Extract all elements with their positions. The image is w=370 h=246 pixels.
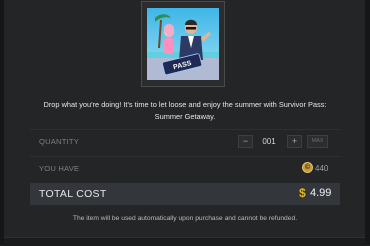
balance-label: YOU HAVE (39, 164, 80, 173)
quantity-row: QUANTITY − 001 + MAX (30, 129, 340, 152)
survivor-pass-art-icon: PASS (147, 8, 219, 80)
refund-notice: The item will be used automatically upon… (72, 215, 298, 222)
quantity-decrease-button[interactable]: − (238, 135, 253, 148)
balance-row: YOU HAVE © 440 (30, 156, 340, 179)
quantity-max-button[interactable]: MAX (307, 135, 328, 148)
balance-amount: 440 (315, 164, 329, 173)
item-description: Drop what you're doing! It's time to let… (43, 100, 327, 121)
coin-icon: © (302, 162, 313, 173)
dollar-icon: $ (299, 186, 306, 200)
total-cost-row: TOTAL COST $ 4.99 (30, 183, 340, 205)
total-cost-amount: 4.99 (310, 187, 332, 199)
total-cost-label: TOTAL COST (39, 188, 107, 200)
quantity-value: 001 (262, 137, 276, 146)
quantity-increase-button[interactable]: + (287, 135, 302, 148)
item-thumbnail: PASS (141, 1, 225, 87)
quantity-label: QUANTITY (39, 137, 79, 146)
right-edge (365, 0, 370, 245)
